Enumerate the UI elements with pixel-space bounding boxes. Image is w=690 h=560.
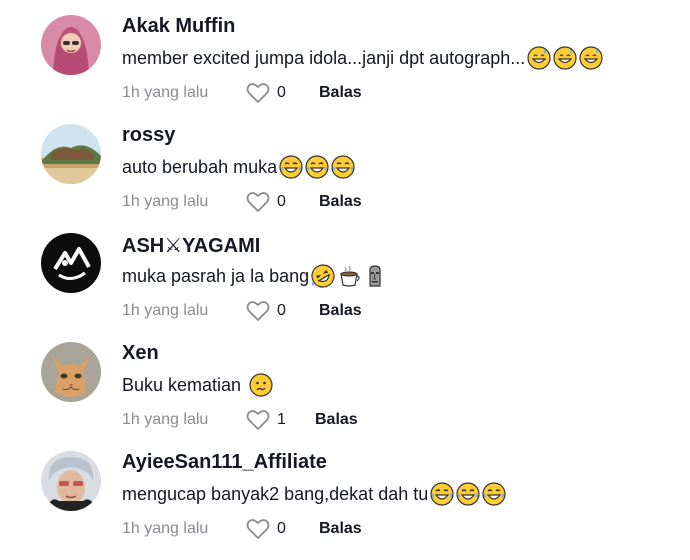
comment-meta: 1h yang lalu 0 Balas — [122, 190, 362, 214]
comment-text-content: Buku kematian — [122, 374, 242, 395]
tears-of-joy-emoji — [430, 482, 454, 506]
avatar[interactable] — [41, 342, 101, 402]
tears-of-joy-emoji — [305, 155, 329, 179]
comment-username[interactable]: Xen — [122, 342, 159, 365]
heart-icon — [246, 300, 270, 322]
comment-username[interactable]: rossy — [122, 124, 175, 147]
comment-item: AyieeSan111_Affiliate mengucap banyak2 b… — [0, 451, 690, 560]
comment-text: muka pasrah ja la bang — [122, 264, 387, 288]
like-count: 1 — [277, 411, 286, 428]
avatar[interactable] — [41, 233, 101, 293]
comment-item: rossy auto berubah muka 1h yang lalu 0 B… — [0, 124, 690, 233]
confused-face-emoji — [249, 373, 273, 397]
avatar[interactable] — [41, 124, 101, 184]
comment-meta: 1h yang lalu 1 Balas — [122, 408, 358, 432]
reply-button[interactable]: Balas — [319, 520, 362, 538]
comment-meta: 1h yang lalu 0 Balas — [122, 81, 362, 105]
grin-sweat-emoji — [579, 46, 603, 70]
like-button[interactable]: 0 — [246, 191, 289, 213]
like-count: 0 — [277, 520, 286, 537]
like-button[interactable]: 1 — [246, 409, 289, 431]
like-button[interactable]: 0 — [246, 518, 289, 540]
comment-item: Akak Muffin member excited jumpa idola..… — [0, 15, 690, 124]
like-button[interactable]: 0 — [246, 300, 289, 322]
comment-meta: 1h yang lalu 0 Balas — [122, 517, 362, 541]
comment-username[interactable]: Akak Muffin — [122, 15, 235, 38]
comment-text-content: member excited jumpa idola...janji dpt a… — [122, 47, 526, 68]
reply-button[interactable]: Balas — [319, 302, 362, 320]
rolling-laughing-emoji — [311, 264, 335, 288]
tears-of-joy-emoji — [482, 482, 506, 506]
heart-icon — [246, 518, 270, 540]
comment-time: 1h yang lalu — [122, 520, 209, 537]
reply-button[interactable]: Balas — [319, 84, 362, 102]
comment-text-content: muka pasrah ja la bang — [122, 265, 310, 286]
avatar[interactable] — [41, 451, 101, 511]
comment-time: 1h yang lalu — [122, 193, 209, 210]
comment-username[interactable]: AyieeSan111_Affiliate — [122, 451, 327, 474]
heart-icon — [246, 409, 270, 431]
reply-button[interactable]: Balas — [315, 411, 358, 429]
heart-icon — [246, 82, 270, 104]
tears-of-joy-emoji — [331, 155, 355, 179]
comment-meta: 1h yang lalu 0 Balas — [122, 299, 362, 323]
tears-of-joy-emoji — [456, 482, 480, 506]
like-button[interactable]: 0 — [246, 82, 289, 104]
tears-of-joy-emoji — [279, 155, 303, 179]
like-count: 0 — [277, 193, 286, 210]
comment-time: 1h yang lalu — [122, 84, 209, 101]
comment-time: 1h yang lalu — [122, 411, 209, 428]
like-count: 0 — [277, 84, 286, 101]
comment-text-content: mengucap banyak2 bang,dekat dah tu — [122, 483, 429, 504]
comment-time: 1h yang lalu — [122, 302, 209, 319]
comment-username[interactable]: ASH⚔YAGAMI — [122, 233, 260, 258]
heart-icon — [246, 191, 270, 213]
comment-item: ASH⚔YAGAMI muka pasrah ja la bang 1h yan… — [0, 233, 690, 342]
grin-sweat-emoji — [553, 46, 577, 70]
comment-text: auto berubah muka — [122, 155, 355, 179]
like-count: 0 — [277, 302, 286, 319]
comment-item: Xen Buku kematian 1h yang lalu 1 Balas — [0, 342, 690, 451]
grin-sweat-emoji — [527, 46, 551, 70]
reply-button[interactable]: Balas — [319, 193, 362, 211]
moai-emoji — [363, 264, 387, 288]
hot-beverage-emoji — [337, 264, 361, 288]
comment-text-content: auto berubah muka — [122, 156, 278, 177]
comment-text: Buku kematian — [122, 373, 273, 397]
comment-text: member excited jumpa idola...janji dpt a… — [122, 46, 603, 70]
comment-text: mengucap banyak2 bang,dekat dah tu — [122, 482, 506, 506]
avatar[interactable] — [41, 15, 101, 75]
